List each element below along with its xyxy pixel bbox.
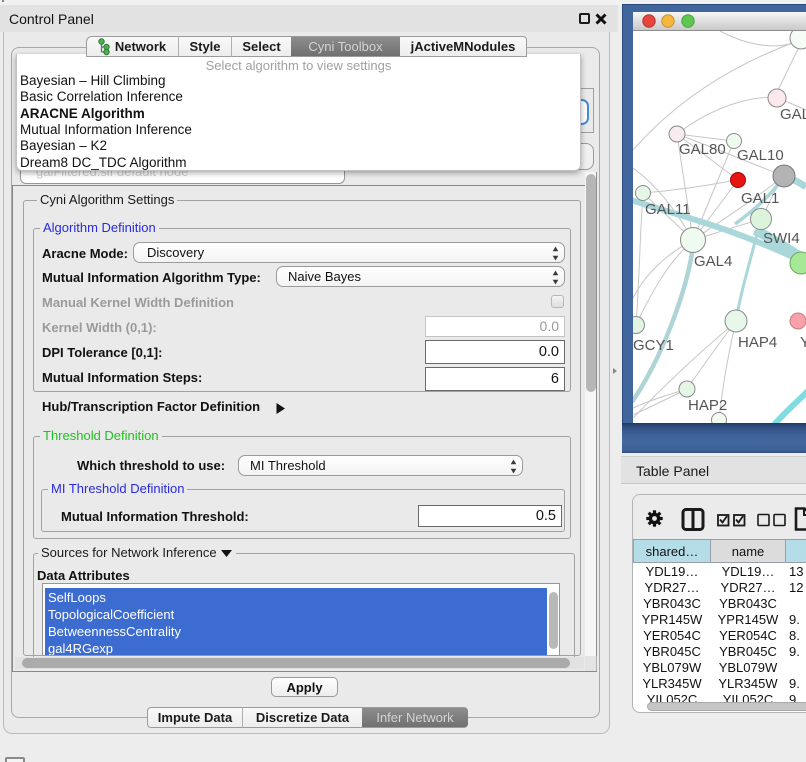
svg-text:SWI4: SWI4	[763, 230, 800, 247]
svg-text:HAP4: HAP4	[738, 334, 777, 351]
svg-text:GAL7: GAL7	[780, 106, 806, 123]
svg-text:GAL4: GAL4	[694, 253, 732, 270]
svg-text:GAL1: GAL1	[741, 190, 779, 207]
svg-text:GAL11: GAL11	[645, 201, 691, 218]
svg-text:YJ: YJ	[800, 334, 806, 351]
svg-text:HAP2: HAP2	[688, 397, 727, 414]
svg-text:GCY1: GCY1	[633, 337, 674, 354]
svg-text:GAL80: GAL80	[679, 141, 726, 158]
svg-text:GAL10: GAL10	[737, 147, 784, 164]
